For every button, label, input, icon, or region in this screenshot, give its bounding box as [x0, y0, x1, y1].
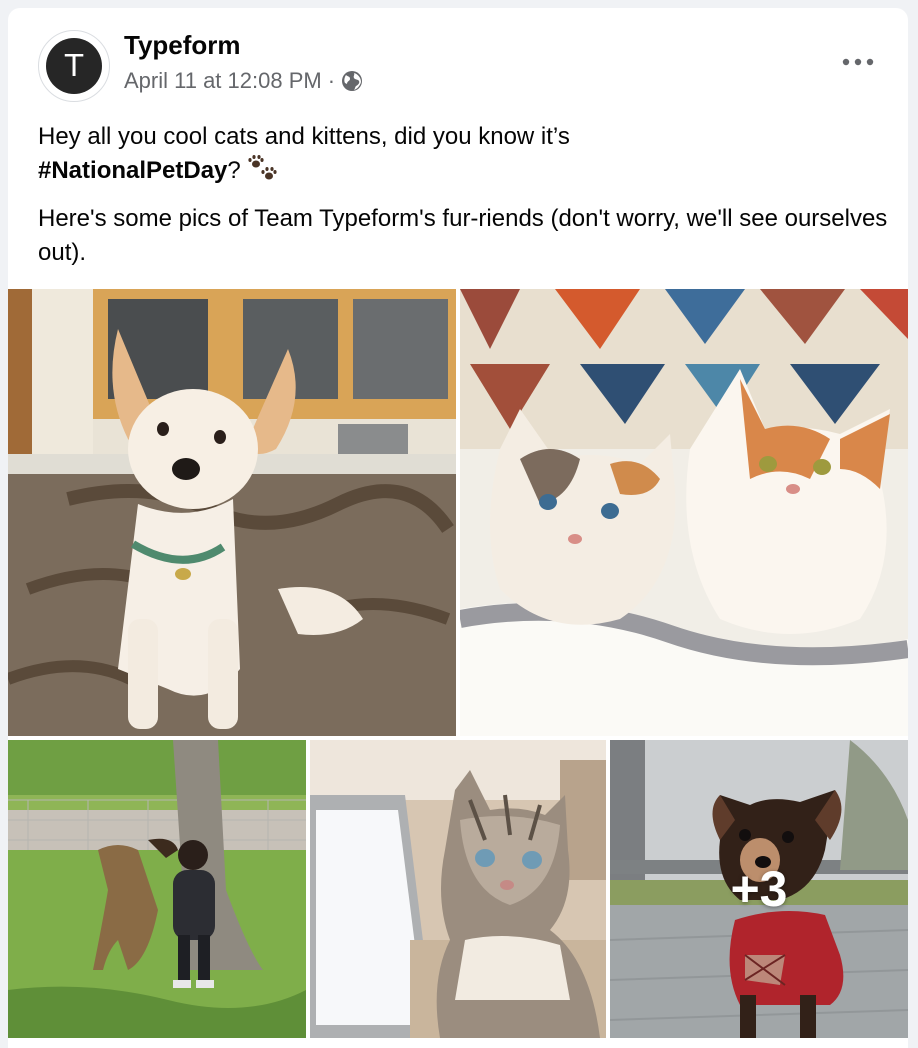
dog-and-child-photo[interactable] — [8, 740, 306, 1038]
page-avatar[interactable]: T — [38, 30, 110, 102]
post-text-punct: ? — [227, 157, 241, 184]
avatar-letter: T — [46, 38, 102, 94]
hashtag-link[interactable]: #NationalPetDay — [38, 157, 227, 184]
tabby-cat-laptop-photo[interactable] — [310, 740, 606, 1038]
page-name-link[interactable]: Typeform — [124, 30, 241, 61]
more-photos-count[interactable]: +3 — [610, 740, 908, 1038]
post-text-line1: Hey all you cool cats and kittens, did y… — [38, 123, 570, 150]
globe-icon[interactable] — [341, 70, 363, 92]
post-meta: April 11 at 12:08 PM · — [124, 68, 363, 94]
meta-separator: · — [327, 68, 336, 93]
post-header: T Typeform April 11 at 12:08 PM · — [8, 8, 908, 118]
white-dog-photo[interactable] — [8, 289, 456, 736]
two-cats-photo[interactable] — [460, 289, 908, 736]
more-options-button[interactable] — [836, 44, 880, 80]
post-paragraph-1: Hey all you cool cats and kittens, did y… — [38, 120, 888, 188]
more-options-icon — [842, 53, 874, 71]
post-body: Hey all you cool cats and kittens, did y… — [38, 120, 888, 284]
post-card: T Typeform April 11 at 12:08 PM · Hey al… — [8, 8, 908, 1048]
post-timestamp[interactable]: April 11 at 12:08 PM — [124, 68, 322, 94]
post-paragraph-2: Here's some pics of Team Typeform's fur-… — [38, 205, 888, 266]
chihuahua-photo[interactable]: +3 — [610, 740, 908, 1038]
paw-prints-icon — [247, 154, 281, 184]
